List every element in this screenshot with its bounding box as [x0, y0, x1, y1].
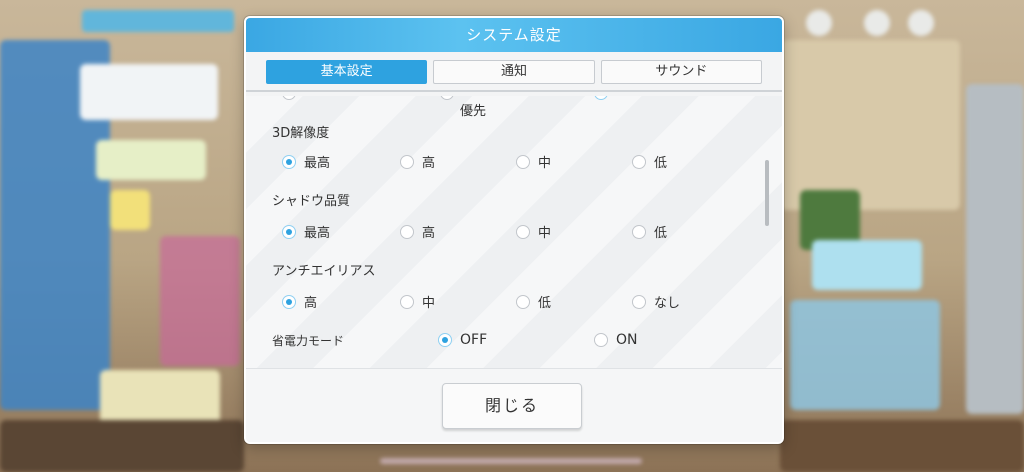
- section-title-3d-resolution: 3D解像度: [272, 126, 330, 141]
- option-label: 最高: [304, 156, 331, 171]
- option-label: OFF: [460, 332, 488, 348]
- radio-option[interactable]: 最高: [282, 222, 330, 241]
- radio-button[interactable]: [400, 154, 414, 169]
- partial-option-row: 優先: [282, 96, 722, 119]
- option-label: ON: [616, 332, 638, 348]
- radio-button-selected[interactable]: [438, 333, 452, 347]
- radio-option[interactable]: 中: [516, 222, 551, 241]
- close-button[interactable]: 閉じる: [442, 383, 582, 429]
- option-label: 高: [422, 156, 436, 171]
- radio-option[interactable]: ON: [594, 332, 638, 348]
- radio-button-selected[interactable]: [594, 96, 608, 100]
- option-label: 中: [422, 296, 436, 311]
- radio-option[interactable]: なし: [632, 292, 680, 311]
- tab-notifications[interactable]: 通知: [433, 60, 595, 84]
- scrollbar-thumb[interactable]: [765, 160, 769, 226]
- radio-button[interactable]: [632, 294, 646, 309]
- radio-option[interactable]: 低: [632, 152, 667, 171]
- option-label: 中: [538, 156, 552, 171]
- option-label: 低: [538, 296, 552, 311]
- radio-option[interactable]: 高: [400, 152, 435, 171]
- option-label: 優先: [460, 104, 487, 119]
- radio-group-anti-aliasing: 高 中 低 なし: [282, 292, 742, 312]
- option-label: 高: [304, 296, 318, 311]
- option-label: 中: [538, 226, 552, 241]
- system-settings-dialog: システム設定 基本設定 通知 サウンド 優先 3D解像度 最高 高 中 低 シャ…: [244, 16, 784, 444]
- option-label: 高: [422, 226, 436, 241]
- option-label: 低: [654, 156, 668, 171]
- radio-button[interactable]: [516, 224, 530, 239]
- radio-button[interactable]: [632, 224, 646, 239]
- option-label: なし: [654, 296, 681, 311]
- settings-scroll-area[interactable]: 優先 3D解像度 最高 高 中 低 シャドウ品質 最高 高 中 低 アンチエイリ…: [246, 96, 782, 368]
- radio-option[interactable]: 中: [400, 292, 435, 311]
- radio-option[interactable]: OFF: [438, 332, 487, 348]
- option-label: 最高: [304, 226, 331, 241]
- radio-button[interactable]: [516, 294, 530, 309]
- radio-button[interactable]: [632, 154, 646, 169]
- option-label: 低: [654, 226, 668, 241]
- radio-button[interactable]: [282, 96, 296, 100]
- radio-button[interactable]: [400, 294, 414, 309]
- radio-button[interactable]: [400, 224, 414, 239]
- tab-divider: [246, 90, 782, 92]
- radio-group-power-saving: OFF ON: [282, 332, 742, 352]
- radio-group-3d-resolution: 最高 高 中 低: [282, 152, 742, 172]
- radio-option[interactable]: 最高: [282, 152, 330, 171]
- radio-button-selected[interactable]: [282, 154, 296, 169]
- radio-button-selected[interactable]: [282, 294, 296, 309]
- radio-option[interactable]: 高: [282, 292, 317, 311]
- dialog-title: システム設定: [246, 18, 782, 52]
- section-title-anti-aliasing: アンチエイリアス: [272, 264, 376, 279]
- radio-button[interactable]: [516, 154, 530, 169]
- radio-button-selected[interactable]: [282, 224, 296, 239]
- radio-group-shadow-quality: 最高 高 中 低: [282, 222, 742, 242]
- radio-button[interactable]: [594, 333, 608, 347]
- radio-option[interactable]: 高: [400, 222, 435, 241]
- tab-basic-settings[interactable]: 基本設定: [266, 60, 428, 84]
- tab-sound[interactable]: サウンド: [600, 60, 762, 84]
- radio-option[interactable]: 低: [632, 222, 667, 241]
- tab-bar: 基本設定 通知 サウンド: [246, 52, 782, 84]
- radio-button[interactable]: [440, 96, 454, 100]
- section-title-shadow-quality: シャドウ品質: [272, 194, 351, 209]
- radio-option[interactable]: 低: [516, 292, 551, 311]
- radio-option[interactable]: 中: [516, 152, 551, 171]
- dialog-footer: 閉じる: [246, 368, 782, 442]
